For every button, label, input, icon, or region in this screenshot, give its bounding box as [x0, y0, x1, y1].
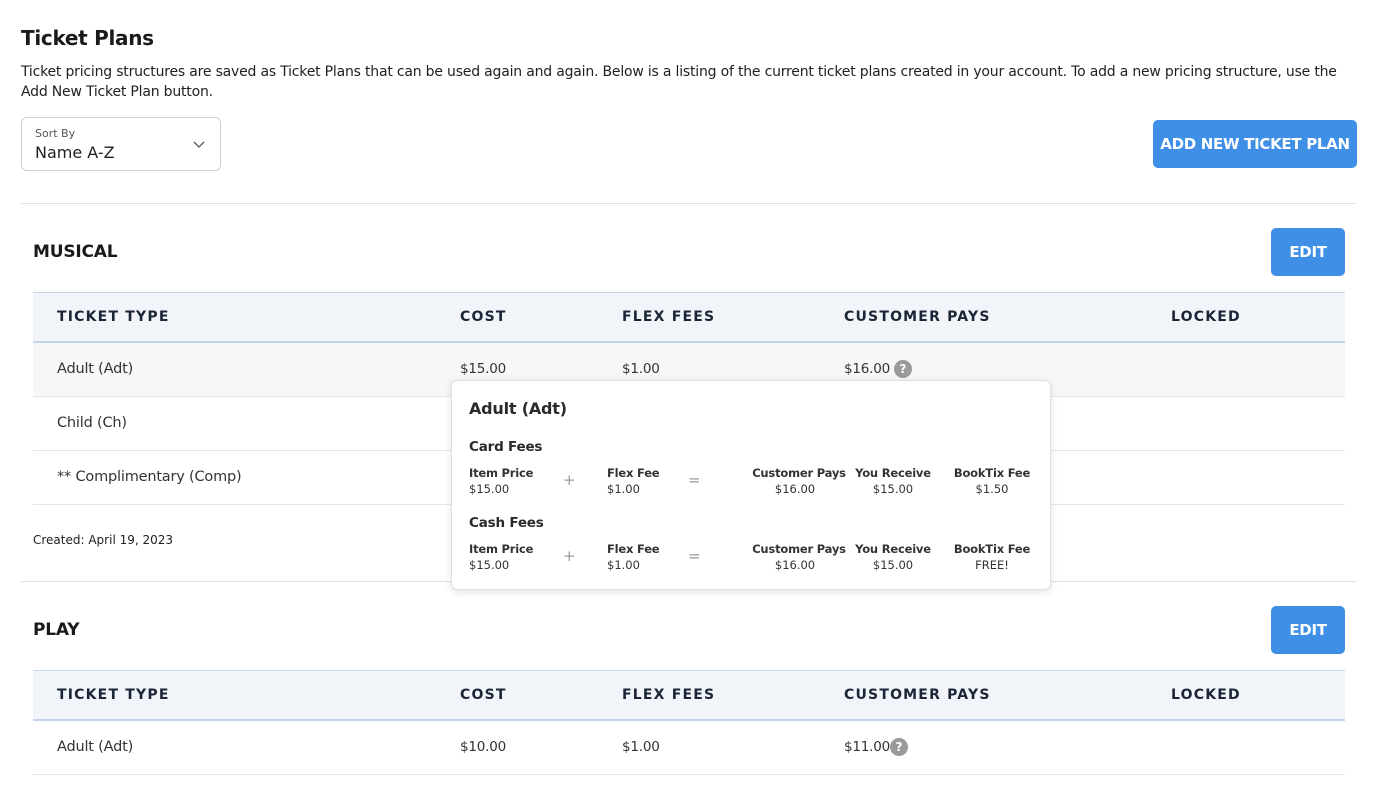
booktix-fee-label: BookTix Fee	[953, 542, 1031, 556]
divider	[21, 203, 1357, 204]
customer-pays-label: Customer Pays	[752, 466, 846, 480]
popover-title: Adult (Adt)	[469, 399, 567, 418]
customer-pays-cell: $16.00	[844, 361, 891, 377]
edit-button[interactable]: EDIT	[1271, 606, 1345, 654]
column-header-ticket-type: TICKET TYPE	[57, 687, 170, 703]
item-price-value: $15.00	[469, 558, 510, 572]
edit-button[interactable]: EDIT	[1271, 228, 1345, 276]
flex-fee-label: Flex Fee	[607, 542, 660, 556]
column-header-locked: LOCKED	[1171, 687, 1241, 703]
add-new-ticket-plan-button[interactable]: ADD NEW TICKET PLAN	[1153, 120, 1357, 168]
item-price-label: Item Price	[469, 466, 534, 480]
cost-cell: $15.00	[460, 361, 507, 377]
item-price-label: Item Price	[469, 542, 534, 556]
sort-by-label: Sort By	[35, 127, 76, 140]
you-receive-value: $15.00	[872, 482, 914, 496]
card-fees-heading: Card Fees	[469, 439, 543, 455]
column-header-customer-pays: CUSTOMER PAYS	[844, 687, 991, 703]
column-header-ticket-type: TICKET TYPE	[57, 309, 170, 325]
item-price-value: $15.00	[469, 482, 510, 496]
you-receive-label: You Receive	[855, 466, 931, 480]
question-circle-icon[interactable]: ?	[894, 360, 912, 378]
column-header-customer-pays: CUSTOMER PAYS	[844, 309, 991, 325]
table-row: Adult (Adt) $10.00 $1.00 $11.00 ?	[33, 721, 1345, 775]
cash-fees-heading: Cash Fees	[469, 515, 544, 531]
question-circle-icon[interactable]: ?	[890, 738, 908, 756]
customer-pays-cell: $11.00	[844, 739, 891, 755]
sort-by-value: Name A-Z	[35, 143, 115, 162]
plan-title: MUSICAL	[33, 242, 118, 262]
page-title: Ticket Plans	[21, 26, 154, 50]
table-header: TICKET TYPE COST FLEX FEES CUSTOMER PAYS…	[33, 292, 1345, 343]
ticket-type-cell: Child (Ch)	[57, 415, 127, 431]
plus-sign: +	[563, 471, 576, 489]
ticket-type-cell: Adult (Adt)	[57, 739, 134, 755]
column-header-cost: COST	[460, 687, 507, 703]
customer-pays-label: Customer Pays	[752, 542, 846, 556]
chevron-down-icon	[193, 141, 205, 149]
booktix-fee-label: BookTix Fee	[953, 466, 1031, 480]
created-date: Created: April 19, 2023	[33, 533, 174, 547]
column-header-flex-fees: FLEX FEES	[622, 309, 716, 325]
flex-fees-cell: $1.00	[622, 739, 660, 755]
column-header-locked: LOCKED	[1171, 309, 1241, 325]
flex-fee-label: Flex Fee	[607, 466, 660, 480]
ticket-type-cell: Adult (Adt)	[57, 361, 134, 377]
column-header-cost: COST	[460, 309, 507, 325]
customer-pays-value: $16.00	[774, 482, 816, 496]
equals-sign: =	[688, 471, 701, 489]
flex-fees-cell: $1.00	[622, 361, 660, 377]
cost-cell: $10.00	[460, 739, 507, 755]
booktix-fee-value: $1.50	[975, 482, 1009, 496]
you-receive-label: You Receive	[855, 542, 931, 556]
customer-pays-value: $16.00	[774, 558, 816, 572]
sort-by-select[interactable]: Sort By Name A-Z	[21, 117, 221, 171]
page-description: Ticket pricing structures are saved as T…	[21, 64, 1337, 100]
column-header-flex-fees: FLEX FEES	[622, 687, 716, 703]
flex-fee-value: $1.00	[607, 482, 640, 496]
fee-breakdown-popover: Adult (Adt) Card Fees Item Price $15.00 …	[451, 380, 1051, 590]
table-header: TICKET TYPE COST FLEX FEES CUSTOMER PAYS…	[33, 670, 1345, 721]
plus-sign: +	[563, 547, 576, 565]
equals-sign: =	[688, 547, 701, 565]
plan-title: PLAY	[33, 620, 80, 640]
ticket-type-cell: ** Complimentary (Comp)	[57, 469, 242, 485]
you-receive-value: $15.00	[872, 558, 914, 572]
flex-fee-value: $1.00	[607, 558, 640, 572]
booktix-fee-value: FREE!	[975, 558, 1009, 572]
